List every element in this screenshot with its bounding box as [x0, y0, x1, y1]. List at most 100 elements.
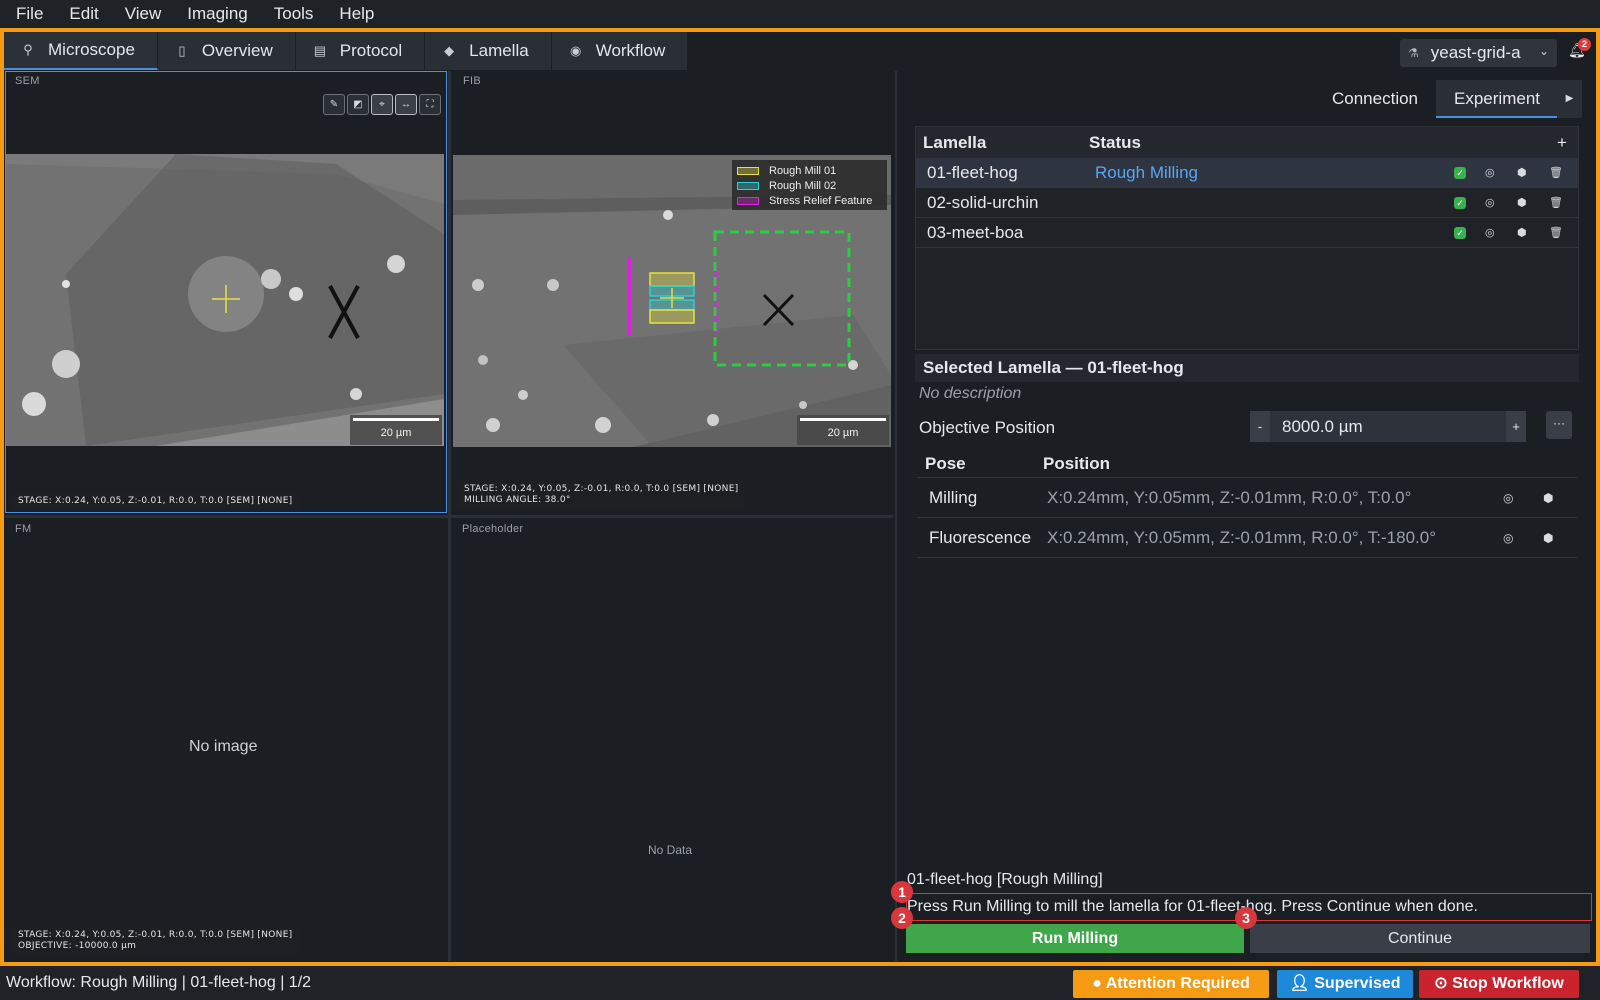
side-splitter[interactable] [895, 71, 897, 961]
lamella-name: 02-solid-urchin [927, 192, 1039, 212]
vertical-splitter[interactable] [448, 71, 451, 961]
trash-icon[interactable]: 🗑︎ [1549, 166, 1563, 179]
sem-image-canvas [6, 154, 444, 446]
target-icon[interactable]: ◎ [1485, 166, 1495, 179]
step-marker: 3 [1235, 907, 1257, 929]
stop-workflow-button[interactable]: ⊙ Stop Workflow [1419, 970, 1579, 998]
ruler-icon[interactable]: ↔ [395, 94, 417, 115]
table-header: Lamella Status + [916, 127, 1578, 158]
contrast-icon[interactable]: ◩ [347, 94, 369, 115]
target-icon[interactable]: ◎ [1485, 226, 1495, 239]
increment-button[interactable]: + [1506, 411, 1526, 442]
legend-swatch [737, 196, 759, 205]
fm-objective: OBJECTIVE: -10000.0 µm [18, 941, 137, 951]
sem-scale-label: 20 µm [380, 427, 412, 439]
continue-button[interactable]: Continue [1250, 924, 1590, 953]
add-lamella-button[interactable]: + [1557, 133, 1567, 153]
side-tabs: Connection Experiment [1314, 80, 1558, 118]
workflow-step-title: 01-fleet-hog [Rough Milling] [907, 871, 1103, 888]
placeholder-empty-label: No Data [648, 843, 693, 857]
fm-stage-readout: STAGE: X:0.24, Y:0.05, Z:-0.01, R:0.0, T… [12, 927, 299, 955]
check-icon[interactable]: ✓ [1454, 197, 1466, 209]
objective-position-label: Objective Position [919, 418, 1056, 437]
legend-label: Rough Mill 02 [769, 179, 837, 192]
pose-position: X:0.24mm, Y:0.05mm, Z:-0.01mm, R:0.0°, T… [1047, 528, 1437, 547]
legend-swatch [737, 166, 759, 175]
table-row[interactable]: 02-solid-urchin ✓ ◎ ⬢ 🗑︎ [916, 188, 1578, 218]
run-milling-button[interactable]: Run Milling [906, 924, 1244, 953]
sem-stage-readout: STAGE: X:0.24, Y:0.05, Z:-0.01, R:0.0, T… [12, 493, 299, 510]
workflow-status-text: Workflow: Rough Milling | 01-fleet-hog |… [6, 974, 312, 991]
location-pin-icon[interactable]: ⬢ [1517, 226, 1527, 239]
legend-item: Stress Relief Feature [737, 193, 882, 208]
trash-icon[interactable]: 🗑︎ [1549, 226, 1563, 239]
scale-line [800, 418, 886, 421]
supervised-badge[interactable]: 👤︎ Supervised [1277, 970, 1413, 998]
tab-label: Overview [201, 41, 273, 60]
tab-scroll-right-icon[interactable]: ▶ [1557, 80, 1582, 118]
lamella-name: 03-meet-boa [927, 222, 1024, 242]
lamella-name: 01-fleet-hog [927, 162, 1018, 182]
sem-panel-label: SEM [15, 75, 40, 87]
tab-label: Lamella [469, 41, 529, 60]
legend-label: Rough Mill 01 [769, 164, 837, 177]
more-options-button[interactable]: ··· [1546, 411, 1572, 439]
legend-label: Stress Relief Feature [769, 194, 873, 207]
column-pose: Pose [925, 454, 966, 473]
tab-workflow[interactable]: ◉ Workflow [551, 32, 689, 70]
menu-view[interactable]: View [125, 4, 162, 24]
pose-position: X:0.24mm, Y:0.05mm, Z:-0.01mm, R:0.0°, T… [1047, 488, 1412, 507]
layers-icon: ◆ [444, 43, 455, 58]
column-lamella: Lamella [923, 132, 987, 152]
save-pin-icon[interactable]: ⬢ [1543, 491, 1553, 505]
table-row[interactable]: 01-fleet-hog Rough Milling ✓ ◎ ⬢ 🗑︎ [916, 158, 1578, 188]
objective-position-value[interactable]: 8000.0 µm [1270, 417, 1506, 437]
objective-position-stepper[interactable]: - 8000.0 µm + [1250, 411, 1526, 442]
grid-selector-value: yeast-grid-a [1430, 43, 1521, 62]
tab-connection[interactable]: Connection [1314, 80, 1436, 118]
tab-overview[interactable]: ▯ Overview [157, 32, 296, 70]
attention-label: Attention Required [1105, 975, 1250, 992]
tab-label: Microscope [48, 40, 135, 59]
menu-edit[interactable]: Edit [69, 4, 98, 24]
sem-image[interactable] [6, 154, 444, 446]
pose-row-milling: Milling X:0.24mm, Y:0.05mm, Z:-0.01mm, R… [917, 478, 1577, 518]
menu-file[interactable]: File [16, 4, 43, 24]
table-row[interactable]: 03-meet-boa ✓ ◎ ⬢ 🗑︎ [916, 218, 1578, 248]
legend-swatch [737, 181, 759, 190]
tab-microscope[interactable]: ⚲ Microscope [4, 32, 158, 70]
tab-experiment[interactable]: Experiment [1436, 80, 1558, 118]
fib-scale-label: 20 µm [827, 427, 859, 439]
sem-scale-bar: 20 µm [350, 415, 442, 445]
location-pin-icon[interactable]: ⬢ [1517, 196, 1527, 209]
fib-scale-bar: 20 µm [797, 415, 889, 445]
target-icon[interactable]: ◎ [1485, 196, 1495, 209]
menu-tools[interactable]: Tools [274, 4, 314, 24]
tab-lamella[interactable]: ◆ Lamella [425, 32, 552, 70]
attention-required-badge[interactable]: ● Attention Required [1073, 970, 1269, 998]
pose-name: Milling [929, 488, 978, 507]
pose-table-header: Pose Position [917, 450, 1577, 478]
tab-protocol[interactable]: ▤ Protocol [295, 32, 426, 70]
decrement-button[interactable]: - [1250, 411, 1270, 442]
menu-help[interactable]: Help [339, 4, 374, 24]
pattern-legend: Rough Mill 01 Rough Mill 02 Stress Relie… [732, 160, 887, 210]
pencil-icon[interactable]: ✎ [323, 94, 345, 115]
crosshair-icon[interactable]: ⌖ [371, 94, 393, 115]
save-pin-icon[interactable]: ⬢ [1543, 531, 1553, 545]
tab-label: Protocol [339, 41, 403, 60]
column-status: Status [1089, 132, 1141, 152]
fit-view-icon[interactable]: ⛶ [419, 94, 441, 115]
go-to-target-icon[interactable]: ◎ [1503, 491, 1513, 505]
microscope-icon: ⚲ [23, 42, 33, 57]
go-to-target-icon[interactable]: ◎ [1503, 531, 1513, 545]
pose-table: Pose Position Milling X:0.24mm, Y:0.05mm… [917, 450, 1577, 558]
check-icon[interactable]: ✓ [1454, 227, 1466, 239]
lamella-description: No description [919, 385, 1022, 402]
menu-imaging[interactable]: Imaging [187, 4, 247, 24]
check-icon[interactable]: ✓ [1454, 167, 1466, 179]
legend-item: Rough Mill 02 [737, 178, 882, 193]
trash-icon[interactable]: 🗑︎ [1549, 196, 1563, 209]
location-pin-icon[interactable]: ⬢ [1517, 166, 1527, 179]
grid-selector[interactable]: ⚗ yeast-grid-a ⌄ [1400, 39, 1557, 67]
